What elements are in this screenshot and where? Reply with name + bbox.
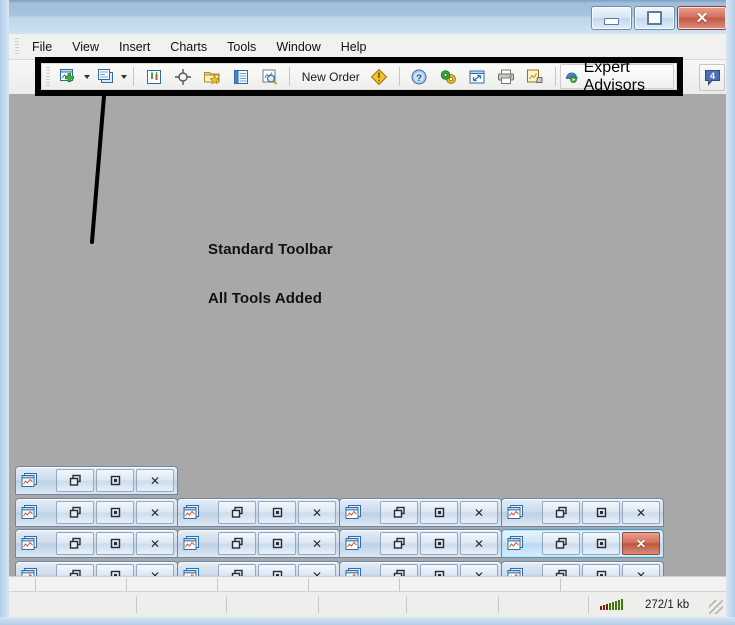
window-edge-right <box>726 0 735 625</box>
crosshair-button[interactable] <box>168 64 197 89</box>
navigator-search-icon <box>261 68 279 86</box>
full-screen-button[interactable] <box>463 64 492 89</box>
new-chart-button[interactable] <box>54 64 83 89</box>
market-watch-icon <box>145 68 163 86</box>
new-order-label: New Order <box>302 70 360 84</box>
resize-grip-icon[interactable] <box>709 600 723 614</box>
status-cell-6 <box>499 596 589 613</box>
templates-folder-icon <box>203 68 221 86</box>
status-cell-4 <box>319 596 407 613</box>
new-chart-dropdown[interactable] <box>83 65 91 88</box>
svg-text:?: ? <box>416 73 422 84</box>
new-chart-icon <box>59 68 77 86</box>
data-window-icon <box>232 68 250 86</box>
toolbar-grip-icon[interactable] <box>46 67 50 86</box>
chart-workspace[interactable]: Standard Toolbar All Tools Added <box>9 94 726 591</box>
chevron-down-icon <box>84 75 90 79</box>
print-preview-button[interactable] <box>521 64 550 89</box>
data-window-button[interactable] <box>226 64 255 89</box>
full-screen-icon <box>468 68 486 86</box>
status-bar: 272/1 kb <box>9 591 726 617</box>
templates-button[interactable] <box>197 64 226 89</box>
print-button[interactable] <box>492 64 521 89</box>
traffic-label: 272/1 kb <box>623 599 689 611</box>
alert-warning-icon <box>370 68 388 86</box>
alert-button[interactable] <box>365 64 394 89</box>
notification-bubble-icon: 4 <box>703 68 722 87</box>
toolbar-separator <box>133 67 134 86</box>
help-button[interactable]: ? <box>405 64 434 89</box>
standard-toolbar: New Order ? <box>41 63 677 90</box>
expert-advisors-button[interactable]: Expert Advisors <box>560 64 674 89</box>
toolbar-separator <box>289 67 290 86</box>
crosshair-icon <box>174 68 192 86</box>
application-window: ✕ File View Insert Charts Tools Window H… <box>0 0 735 625</box>
expert-advisors-label: Expert Advisors <box>584 59 666 95</box>
print-preview-icon <box>526 68 544 86</box>
toolbar-separator <box>399 67 400 86</box>
notification-button[interactable]: 4 <box>699 64 725 91</box>
window-edge-bottom <box>0 617 735 625</box>
window-edge-left <box>0 0 9 625</box>
market-watch-button[interactable] <box>139 64 168 89</box>
notification-count: 4 <box>709 71 714 81</box>
status-cell-5 <box>407 596 499 613</box>
annotation-pointer-line <box>9 94 726 591</box>
status-cell-2 <box>137 596 227 613</box>
status-cell-1 <box>9 596 137 613</box>
status-cell-3 <box>227 596 319 613</box>
profiles-button[interactable] <box>91 64 120 89</box>
navigator-button[interactable] <box>255 64 284 89</box>
help-question-icon: ? <box>410 68 428 86</box>
signal-strength-icon <box>600 599 623 610</box>
profiles-icon <box>97 68 115 86</box>
expert-advisors-icon <box>565 68 578 86</box>
options-button[interactable] <box>434 64 463 89</box>
toolbar-separator <box>555 67 556 86</box>
new-order-button[interactable]: New Order <box>295 64 365 89</box>
options-gears-icon <box>439 68 457 86</box>
profiles-dropdown[interactable] <box>120 65 128 88</box>
printer-icon <box>497 68 515 86</box>
chevron-down-icon <box>121 75 127 79</box>
